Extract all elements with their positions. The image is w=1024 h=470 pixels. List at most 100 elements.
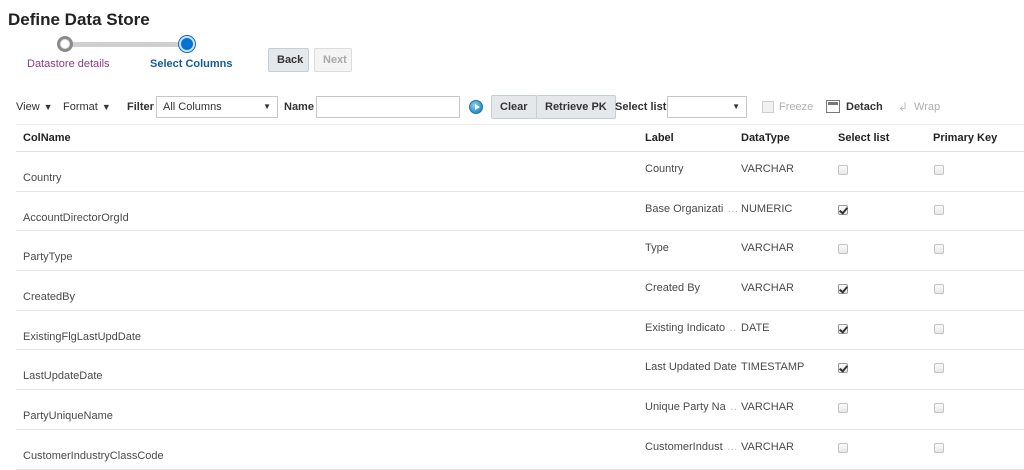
select-list-checkbox[interactable] [838,284,848,295]
cell-colname: CreatedBy [23,291,75,304]
cell-label: Existing Indicato [645,322,737,334]
cell-label: Type [645,242,669,255]
table-toolbar: View ▼ Format ▼ Filter All Columns ▼ Name … [0,94,1024,120]
format-menu-label: Format [63,101,98,113]
train-stepper: Datastore details Select Columns [20,36,250,76]
select-list-checkbox[interactable] [838,244,848,255]
freeze-icon [762,101,774,113]
table-header: ColName Label DataType Select list Prima… [16,124,1024,152]
filter-select[interactable]: All Columns ▼ [156,96,278,118]
format-menu[interactable]: Format ▼ [63,94,111,120]
cell-datatype: VARCHAR [741,401,794,414]
column-header-colname[interactable]: ColName [23,125,71,151]
checkbox-icon [838,165,848,175]
primary-key-checkbox[interactable] [934,323,944,334]
train-connector [66,42,186,47]
cell-label: Last Updated Date [645,361,737,374]
cell-label: Country [645,163,684,175]
columns-table: ColName Label DataType Select list Prima… [16,124,1024,470]
table-row[interactable]: Country Country VARCHAR [16,152,1024,192]
checkbox-icon [934,403,944,414]
checkbox-icon [934,165,944,175]
select-list-dropdown[interactable]: ▼ [667,96,747,118]
cell-colname: ExistingFlgLastUpdDate [23,330,142,343]
cell-label: CustomerIndust [645,441,737,453]
select-list-checkbox[interactable] [838,323,848,334]
table-body: Country Country VARCHAR AccountDirectorOrgI… [16,152,1024,470]
cell-label: Created By [645,282,701,295]
primary-key-checkbox[interactable] [934,284,944,295]
page-title: Define Data Store [8,10,150,29]
select-list-checkbox[interactable] [838,363,848,374]
cell-colname: Country [23,172,62,184]
wrap-button: Wrap [914,101,941,113]
clear-button[interactable]: Clear [491,95,537,119]
checkbox-icon [838,284,848,295]
view-menu-label: View [16,101,40,113]
cell-colname: CustomerIndustryClassCode [23,449,164,462]
select-list-checkbox[interactable] [838,165,848,175]
select-list-checkbox[interactable] [838,204,848,215]
cell-datatype: VARCHAR [741,440,794,453]
cell-colname: LastUpdateDate [23,370,103,383]
wrap-icon: ↲ [898,100,909,114]
checkbox-icon [934,323,944,334]
table-row[interactable]: CreatedBy Created By VARCHAR [16,271,1024,311]
table-row[interactable]: ExistingFlgLastUpdDate Existing Indicato D… [16,311,1024,351]
view-menu[interactable]: View ▼ [16,94,53,120]
dropdown-arrow-icon: ▼ [263,102,271,111]
cell-label: Base Organizati [645,203,737,215]
cell-label: Unique Party Na [645,401,737,413]
primary-key-checkbox[interactable] [934,403,944,414]
cell-datatype: DATE [741,321,770,334]
cell-datatype: VARCHAR [741,242,794,255]
go-search-icon[interactable] [469,100,483,114]
checkbox-icon [838,363,848,374]
train-label-datastore-details[interactable]: Datastore details [27,58,110,70]
column-header-datatype[interactable]: DataType [741,125,790,151]
checkbox-icon [934,442,944,453]
select-list-checkbox[interactable] [838,403,848,414]
dropdown-arrow-icon: ▼ [732,102,740,111]
table-row[interactable]: CustomerIndustryClassCode CustomerIndust V… [16,430,1024,470]
train-stop-datastore-details[interactable] [57,36,73,52]
retrieve-pk-button[interactable]: Retrieve PK [536,95,616,119]
primary-key-checkbox[interactable] [934,363,944,374]
checkbox-icon [934,363,944,374]
cell-datatype: TIMESTAMP [741,361,805,374]
column-header-label[interactable]: Label [645,125,674,151]
name-search-input[interactable] [316,96,460,118]
checkbox-icon [838,323,848,334]
chevron-down-icon: ▼ [43,102,53,112]
table-row[interactable]: PartyType Type VARCHAR [16,231,1024,272]
train-label-select-columns: Select Columns [150,58,233,70]
column-header-primary-key[interactable]: Primary Key [933,125,997,151]
cell-colname: AccountDirectorOrgId [23,211,129,224]
checkbox-icon [934,204,944,215]
cell-colname: PartyType [23,251,73,264]
primary-key-checkbox[interactable] [934,442,944,453]
table-row[interactable]: LastUpdateDate Last Updated Date TIMESTAMP [16,350,1024,391]
detach-icon[interactable] [826,100,840,113]
chevron-down-icon: ▼ [101,102,111,112]
cell-colname: PartyUniqueName [23,410,113,423]
filter-select-value: All Columns [163,101,222,113]
cell-datatype: VARCHAR [741,163,794,175]
table-row[interactable]: AccountDirectorOrgId Base Organizati NUMER… [16,192,1024,232]
cell-datatype: NUMERIC [741,202,793,215]
primary-key-checkbox[interactable] [934,204,944,215]
detach-button[interactable]: Detach [846,94,883,120]
column-header-select-list[interactable]: Select list [838,125,889,151]
back-button[interactable]: Back [268,48,309,72]
filter-label: Filter [127,101,154,113]
select-list-checkbox[interactable] [838,442,848,453]
checkbox-icon [838,442,848,453]
primary-key-checkbox[interactable] [934,244,944,255]
checkbox-icon [934,244,944,255]
checkbox-icon [934,284,944,295]
freeze-button: Freeze [779,101,814,113]
primary-key-checkbox[interactable] [934,165,944,175]
cell-datatype: VARCHAR [741,282,794,295]
select-list-label: Select list [615,101,667,113]
table-row[interactable]: PartyUniqueName Unique Party Na VARCHAR [16,390,1024,430]
